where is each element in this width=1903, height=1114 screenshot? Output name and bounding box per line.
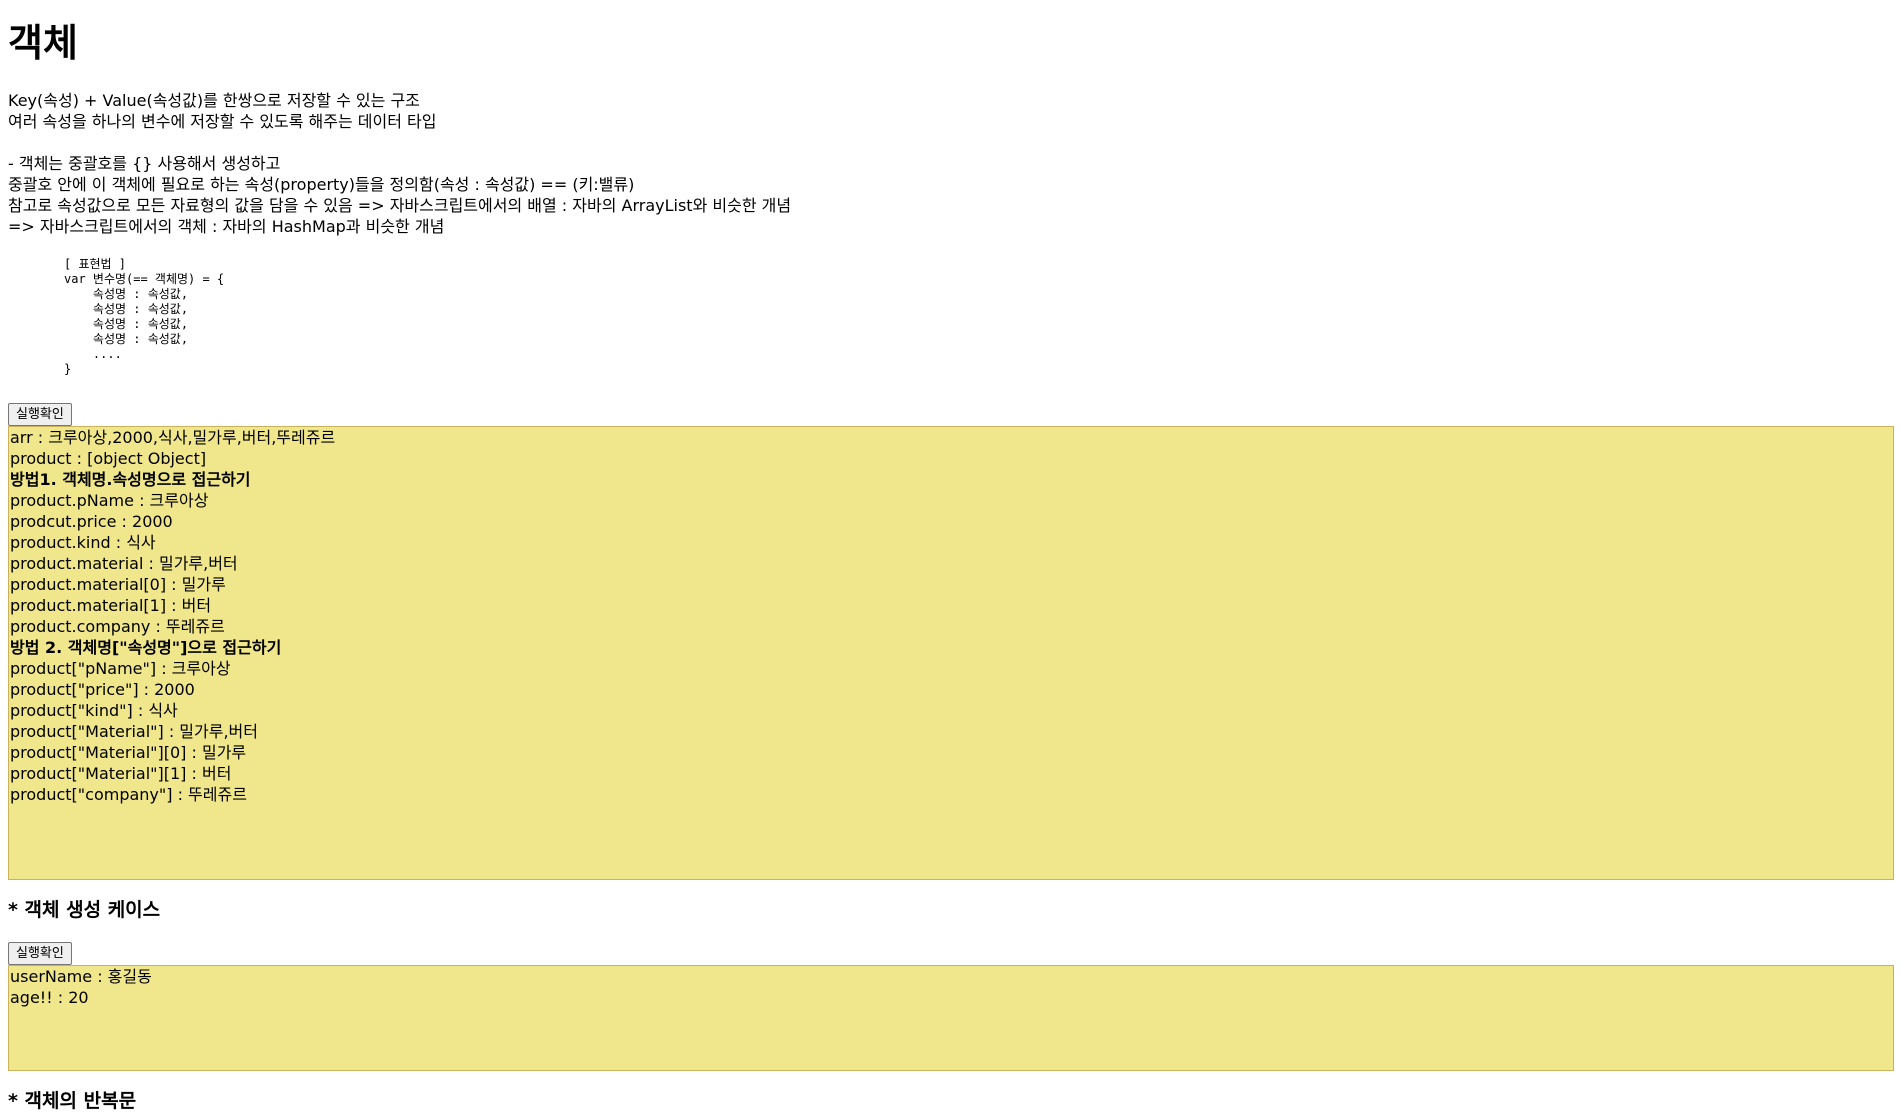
result-line: prodcut.price : 2000 [10,512,173,531]
result-line: arr : 크루아상,2000,식사,밀가루,버터,뚜레쥬르 [10,428,336,447]
result-line: product["pName"] : 크루아상 [10,659,231,678]
result-line: product["price"] : 2000 [10,680,195,699]
result-line: product : [object Object] [10,449,207,468]
result-line: product["Material"][0] : 밀가루 [10,743,247,762]
intro-text: Key(속성) + Value(속성값)를 한쌍으로 저장할 수 있는 구조 여… [8,90,1895,237]
page: 객체 Key(속성) + Value(속성값)를 한쌍으로 저장할 수 있는 구… [0,0,1903,1113]
result-line: product["kind"] : 식사 [10,701,178,720]
result-line: product.pName : 크루아상 [10,491,209,510]
result-line: product["Material"] : 밀가루,버터 [10,722,258,741]
result-line: userName : 홍길동 [10,967,152,986]
intro-line: 중괄호 안에 이 객체에 필요로 하는 속성(property)들을 정의함(속… [8,175,635,194]
intro-spacer [8,132,1895,153]
run-button-1[interactable]: 실행확인 [8,403,72,426]
result-area-1: arr : 크루아상,2000,식사,밀가루,버터,뚜레쥬르 product : … [8,426,1894,880]
result-line: product["company"] : 뚜레쥬르 [10,785,247,804]
result-line: product.material[1] : 버터 [10,596,212,615]
intro-line: - 객체는 중괄호를 {} 사용해서 생성하고 [8,154,281,173]
result-line: product["Material"][1] : 버터 [10,764,232,783]
result-heading-line: 방법 2. 객체명["속성명"]으로 접근하기 [10,638,282,657]
result-area-2: userName : 홍길동 age!! : 20 [8,965,1894,1071]
intro-line: => 자바스크립트에서의 객체 : 자바의 HashMap과 비슷한 개념 [8,217,445,236]
section-heading-object-creation: * 객체 생성 케이스 [8,899,161,921]
intro-line: 여러 속성을 하나의 변수에 저장할 수 있도록 해주는 데이터 타입 [8,112,437,131]
section-heading-object-loop: * 객체의 반복문 [8,1090,137,1112]
intro-line: 참고로 속성값으로 모든 자료형의 값을 담을 수 있음 => 자바스크립트에서… [8,196,792,215]
result-line: product.company : 뚜레쥬르 [10,617,225,636]
result-line: age!! : 20 [10,988,89,1007]
result-line: product.kind : 식사 [10,533,156,552]
page-title: 객체 [8,21,78,65]
syntax-code-block: [ 표현법 ] var 변수명(== 객체명) = { 속성명 : 속성값, 속… [64,257,225,376]
intro-line: Key(속성) + Value(속성값)를 한쌍으로 저장할 수 있는 구조 [8,91,420,110]
result-line: product.material[0] : 밀가루 [10,575,226,594]
result-heading-line: 방법1. 객체명.속성명으로 접근하기 [10,470,251,489]
result-line: product.material : 밀가루,버터 [10,554,238,573]
run-button-2[interactable]: 실행확인 [8,942,72,965]
